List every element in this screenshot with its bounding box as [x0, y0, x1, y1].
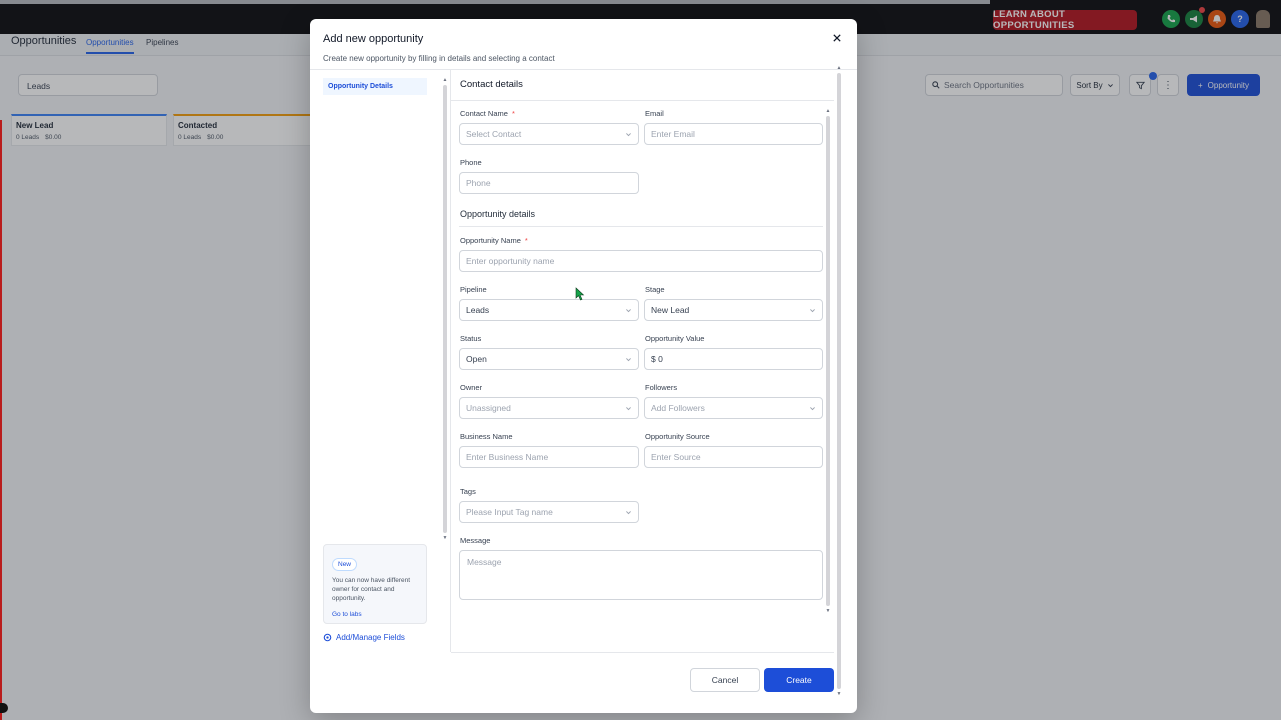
scroll-up-arrow[interactable]: ▲	[442, 77, 448, 83]
modal-header-divider	[310, 69, 857, 70]
status-dropdown[interactable]: Open	[459, 348, 639, 370]
opportunity-name-label: Opportunity Name *	[460, 236, 528, 245]
followers-dropdown[interactable]: Add Followers	[644, 397, 823, 419]
modal-title: Add new opportunity	[323, 33, 424, 45]
chevron-down-icon	[625, 509, 632, 516]
scroll-down-arrow[interactable]: ▼	[442, 535, 448, 541]
scrollbar-track[interactable]	[837, 73, 841, 689]
modal-scrollbar[interactable]: ▲ ▼	[836, 65, 842, 697]
followers-label: Followers	[645, 383, 678, 392]
business-name-label: Business Name	[460, 432, 513, 441]
chevron-down-icon	[625, 307, 632, 314]
pipeline-dropdown[interactable]: Leads	[459, 299, 639, 321]
section-divider	[459, 226, 823, 227]
add-manage-fields-label: Add/Manage Fields	[336, 633, 405, 642]
modal-subtitle: Create new opportunity by filling in det…	[323, 54, 555, 63]
phone-field[interactable]: Phone	[459, 172, 639, 194]
message-label: Message	[460, 536, 491, 545]
opportunity-source-field[interactable]: Enter Source	[644, 446, 823, 468]
scrollbar-track[interactable]	[443, 85, 447, 533]
opportunity-value-label: Opportunity Value	[645, 334, 705, 343]
chevron-down-icon	[625, 405, 632, 412]
create-button[interactable]: Create	[764, 668, 834, 692]
contact-details-heading: Contact details	[460, 79, 523, 90]
contact-name-label: Contact Name *	[460, 109, 515, 118]
close-icon[interactable]	[831, 32, 843, 44]
cancel-button[interactable]: Cancel	[690, 668, 760, 692]
mouse-cursor-icon	[575, 287, 585, 301]
new-badge: New	[332, 558, 358, 571]
pipeline-label: Pipeline	[460, 285, 487, 294]
stage-dropdown[interactable]: New Lead	[644, 299, 823, 321]
owner-label: Owner	[460, 383, 483, 392]
opportunity-source-label: Opportunity Source	[645, 432, 710, 441]
email-field[interactable]: Enter Email	[644, 123, 823, 145]
contact-select[interactable]: Select Contact	[459, 123, 639, 145]
sidebar-item-opportunity-details[interactable]: Opportunity Details	[323, 78, 427, 95]
scroll-down-arrow[interactable]: ▼	[825, 608, 831, 614]
opportunity-form: Contact Name * Select Contact Email Enter…	[450, 106, 826, 616]
add-manage-fields-link[interactable]: Add/Manage Fields	[323, 633, 405, 642]
section-divider	[451, 100, 834, 101]
chevron-down-icon	[809, 307, 816, 314]
new-feature-text: You can now have different owner for con…	[332, 577, 411, 602]
stage-label: Stage	[645, 285, 665, 294]
new-feature-card: New You can now have different owner for…	[323, 544, 427, 624]
scroll-down-arrow[interactable]: ▼	[836, 691, 842, 697]
scrollbar-track[interactable]	[826, 116, 830, 606]
add-opportunity-modal: Add new opportunity Create new opportuni…	[310, 19, 857, 713]
email-label: Email	[645, 109, 664, 118]
tags-label: Tags	[460, 487, 476, 496]
phone-label: Phone	[460, 158, 482, 167]
form-scrollbar[interactable]: ▲ ▼	[825, 108, 831, 614]
message-textarea[interactable]: Message	[459, 550, 823, 600]
chevron-down-icon	[625, 131, 632, 138]
gear-icon	[323, 633, 332, 642]
window-edge	[0, 120, 2, 720]
opportunity-value-field[interactable]: $ 0	[644, 348, 823, 370]
owner-dropdown[interactable]: Unassigned	[459, 397, 639, 419]
opportunity-name-field[interactable]: Enter opportunity name	[459, 250, 823, 272]
tags-input[interactable]: Please Input Tag name	[459, 501, 639, 523]
go-to-labs-link[interactable]: Go to labs	[332, 611, 418, 618]
chevron-down-icon	[625, 356, 632, 363]
business-name-field[interactable]: Enter Business Name	[459, 446, 639, 468]
status-label: Status	[460, 334, 482, 343]
scroll-up-arrow[interactable]: ▲	[825, 108, 831, 114]
chevron-down-icon	[809, 405, 816, 412]
scroll-up-arrow[interactable]: ▲	[836, 65, 842, 71]
footer-divider	[451, 652, 834, 653]
sidebar-scrollbar[interactable]: ▲ ▼	[442, 77, 448, 541]
opportunity-details-heading: Opportunity details	[460, 209, 536, 219]
